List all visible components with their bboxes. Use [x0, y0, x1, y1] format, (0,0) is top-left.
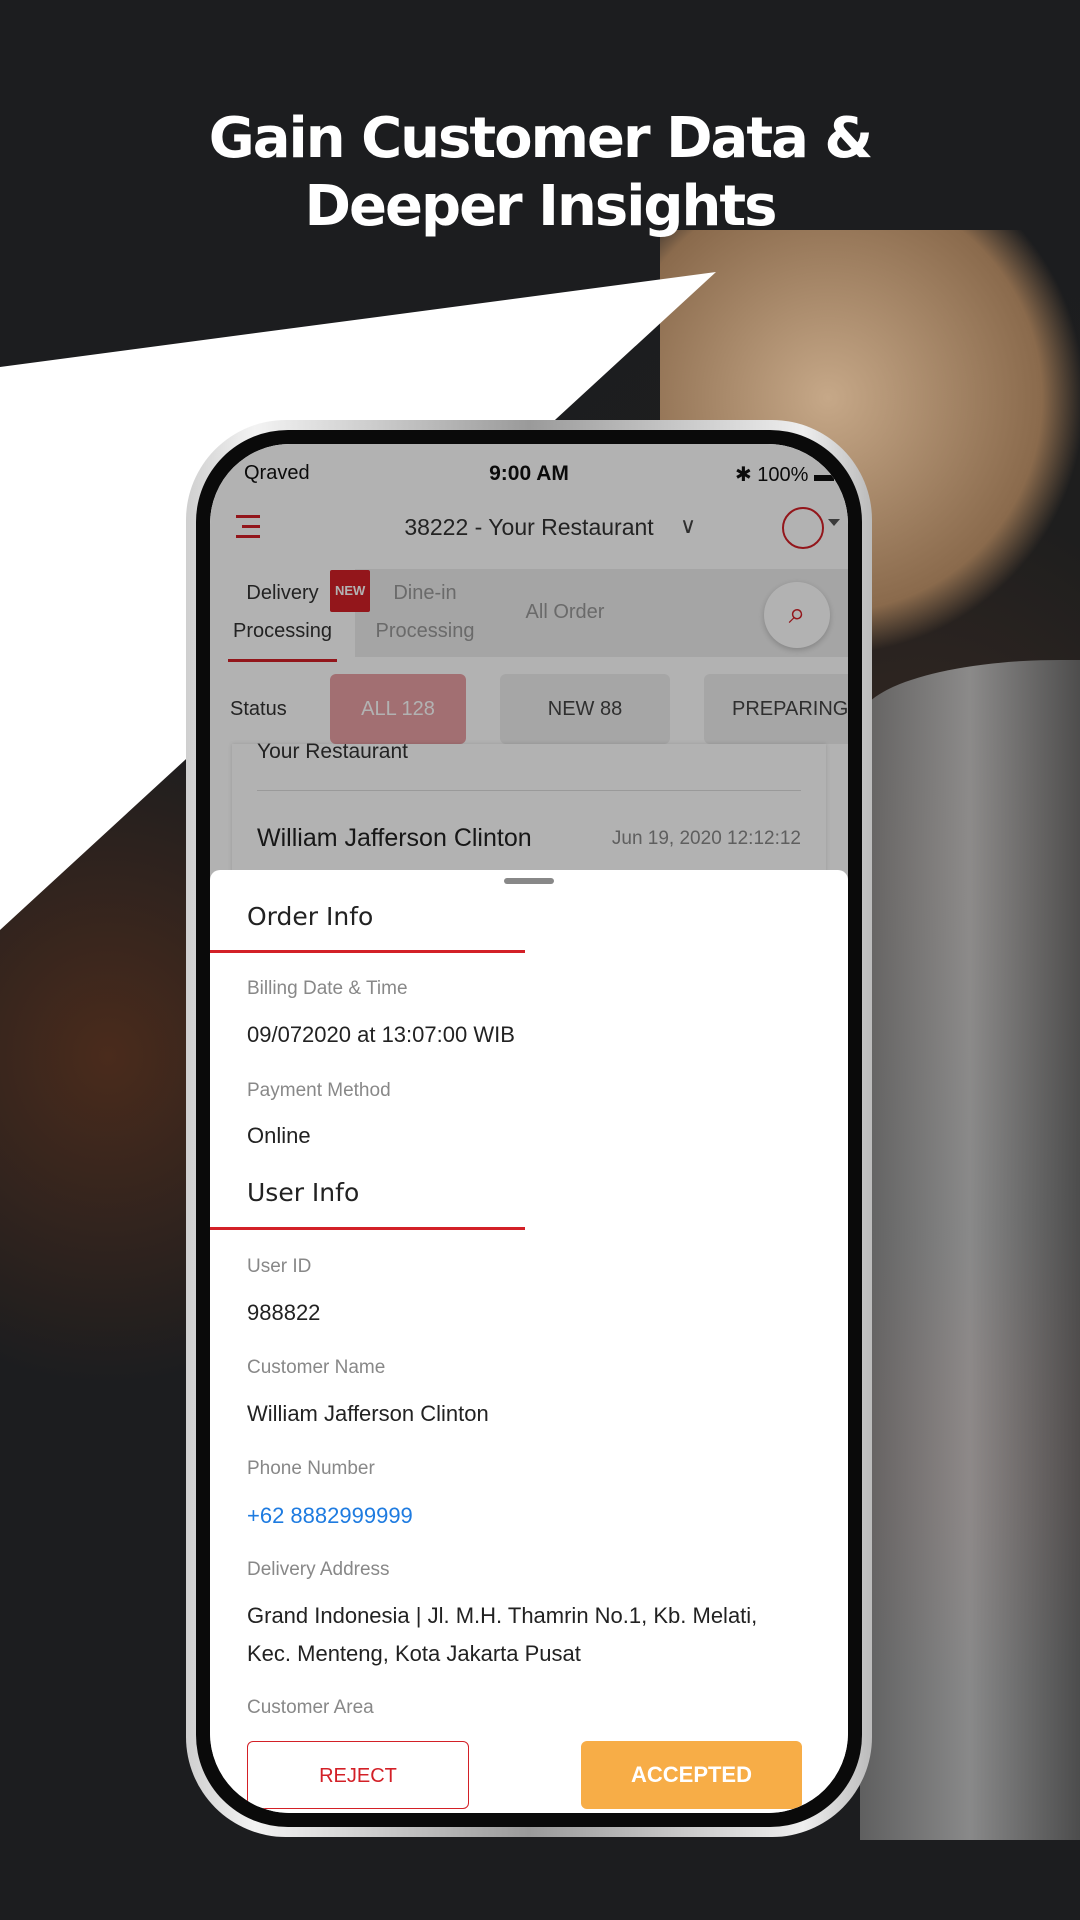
phone-link[interactable]: +62 8882999999 — [247, 1497, 807, 1535]
status-bar: Qraved 9:00 AM ✱ 100% ▬ — [210, 462, 848, 492]
search-button[interactable]: ⌕ — [764, 582, 830, 648]
order-card[interactable]: Your Restaurant William Jafferson Clinto… — [232, 740, 826, 890]
chevron-down-icon[interactable]: ∨ — [680, 513, 696, 539]
chip-preparing[interactable]: PREPARING — [704, 674, 848, 744]
chip-new[interactable]: NEW 88 — [500, 674, 670, 744]
app-header: 38222 - Your Restaurant ∨ — [210, 499, 848, 559]
chip-all[interactable]: ALL 128 — [330, 674, 466, 744]
order-detail-sheet: Order Info Billing Date & Time 09/072020… — [210, 870, 848, 1813]
caret-down-icon[interactable] — [828, 519, 840, 532]
status-filter: Status ALL 128 NEW 88 PREPARING — [210, 674, 848, 744]
drag-handle[interactable] — [504, 878, 554, 884]
tab-all-order[interactable]: All Order — [510, 593, 620, 631]
headline: Gain Customer Data & Deeper Insights — [208, 106, 873, 239]
order-info-heading: Order Info — [247, 902, 374, 931]
tab-delivery-processing[interactable]: Delivery Processing NEW — [220, 570, 371, 662]
tab-bar: Delivery Processing NEW Dine-in Processin… — [210, 569, 848, 664]
tab-dine-in-processing[interactable]: Dine-in Processing — [360, 574, 490, 650]
restaurant-selector[interactable]: 38222 - Your Restaurant — [210, 514, 848, 541]
reject-button[interactable]: REJECT — [247, 1741, 469, 1809]
phone-screen: Qraved 9:00 AM ✱ 100% ▬ 38222 - Your Res… — [210, 444, 848, 1813]
phone-frame: Qraved 9:00 AM ✱ 100% ▬ 38222 - Your Res… — [186, 420, 872, 1837]
accept-button[interactable]: ACCEPTED — [581, 1741, 802, 1809]
battery: ✱ 100% ▬ — [734, 464, 834, 486]
user-info-heading: User Info — [247, 1178, 360, 1207]
avatar[interactable] — [782, 507, 824, 549]
search-icon: ⌕ — [788, 597, 806, 630]
